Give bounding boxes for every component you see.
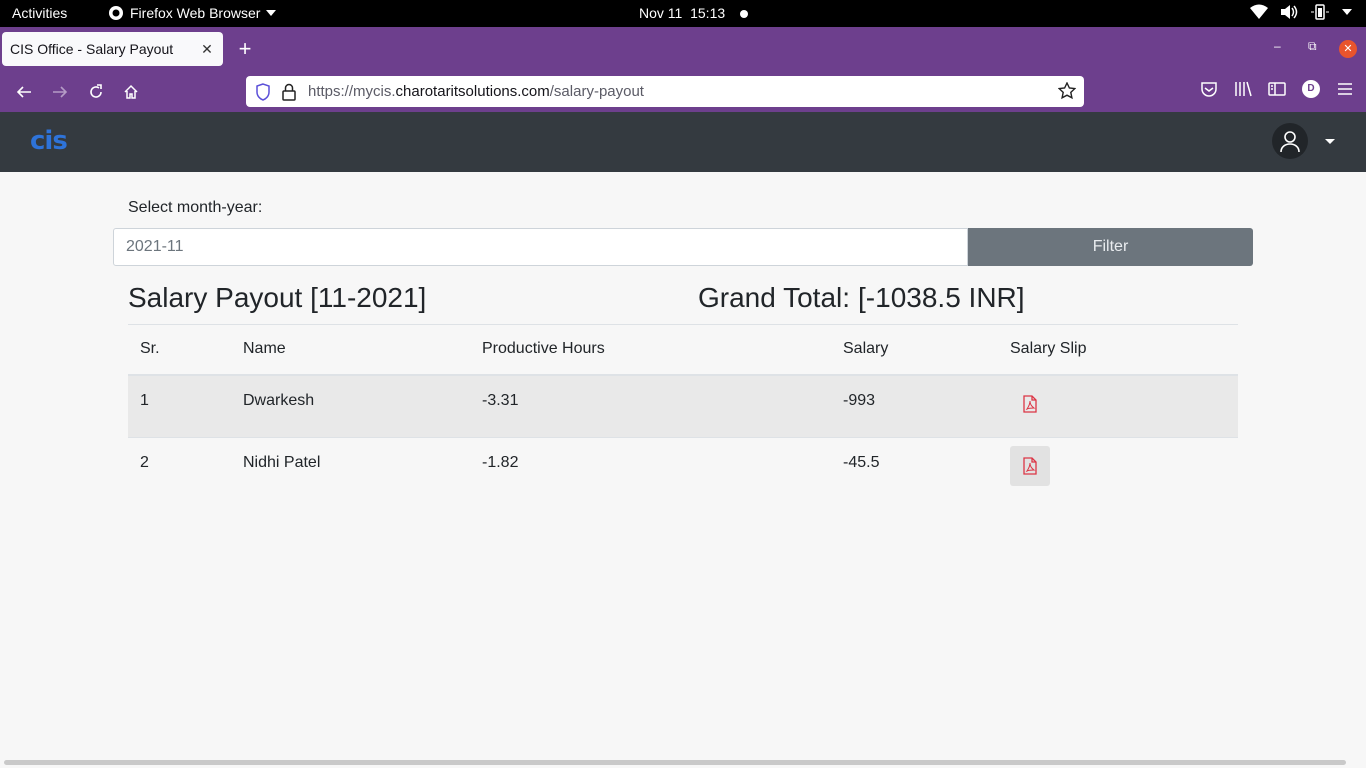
library-icon[interactable] (1234, 80, 1252, 98)
cell-name: Nidhi Patel (231, 437, 470, 501)
hamburger-menu-icon[interactable] (1336, 80, 1354, 98)
table-row: 1 Dwarkesh -3.31 -993 (128, 374, 1238, 438)
user-menu-chevron-icon[interactable] (1325, 139, 1335, 144)
cell-sr: 1 (128, 374, 231, 438)
sidebar-icon[interactable] (1268, 80, 1286, 98)
address-bar[interactable]: https://mycis.charotaritsolutions.com/sa… (246, 76, 1084, 107)
user-icon (1280, 131, 1300, 153)
header-salary-slip: Salary Slip (998, 324, 1238, 376)
pdf-file-icon (1023, 457, 1037, 475)
clock[interactable]: Nov 11 15:13 (639, 5, 725, 21)
user-avatar[interactable] (1272, 123, 1308, 159)
tracking-shield-icon[interactable] (255, 83, 271, 101)
toolbar-right: D (1200, 80, 1354, 98)
bookmark-star-icon[interactable] (1058, 82, 1076, 100)
month-year-input[interactable] (113, 228, 968, 266)
app-menu[interactable]: Firefox Web Browser (108, 5, 277, 21)
firefox-icon (109, 6, 123, 20)
tab-strip: CIS Office - Salary Payout ✕ + – ⧉ ✕ (0, 27, 1366, 71)
cell-sr: 2 (128, 437, 231, 501)
cell-salary: -45.5 (831, 437, 998, 501)
forward-button[interactable] (48, 80, 72, 104)
home-button[interactable] (119, 80, 143, 104)
minimize-icon[interactable]: – (1274, 39, 1281, 53)
reload-button[interactable] (84, 80, 108, 104)
salary-table: Sr. Name Productive Hours Salary Salary … (128, 324, 1238, 501)
notification-dot-icon (740, 10, 748, 18)
table-header-row: Sr. Name Productive Hours Salary Salary … (128, 324, 1238, 376)
cis-logo[interactable]: cis (30, 126, 68, 156)
arrow-right-icon (53, 86, 68, 98)
horizontal-scrollbar[interactable] (4, 760, 1346, 765)
pocket-icon[interactable] (1200, 80, 1218, 98)
app-header: cis (0, 112, 1366, 172)
pdf-file-icon (1023, 394, 1037, 413)
grand-total-label: Grand Total: (698, 282, 851, 313)
account-avatar-icon[interactable]: D (1302, 80, 1320, 98)
volume-icon (1281, 5, 1298, 19)
download-salary-slip-button[interactable] (1010, 384, 1050, 424)
page-title: Salary Payout [11-2021] (128, 282, 427, 313)
battery-icon (1311, 4, 1329, 20)
cell-hours: -1.82 (470, 437, 831, 501)
grand-total: Grand Total: [-1038.5 INR] (698, 282, 1025, 314)
wifi-icon (1250, 4, 1268, 19)
tab-salary-payout[interactable]: CIS Office - Salary Payout ✕ (2, 32, 223, 66)
close-tab-icon[interactable]: ✕ (199, 41, 215, 58)
close-window-icon[interactable]: ✕ (1339, 40, 1357, 58)
cell-name: Dwarkesh (231, 374, 470, 438)
lock-icon[interactable] (282, 83, 296, 101)
header-salary: Salary (831, 324, 998, 376)
arrow-left-icon (16, 86, 31, 98)
back-button[interactable] (12, 80, 36, 104)
navigation-toolbar: https://mycis.charotaritsolutions.com/sa… (0, 71, 1366, 112)
table-row: 2 Nidhi Patel -1.82 -45.5 (128, 437, 1238, 501)
header-sr: Sr. (128, 324, 231, 376)
month-year-label: Select month-year: (128, 199, 263, 216)
new-tab-button[interactable]: + (235, 36, 255, 62)
grand-total-value: [-1038.5 INR] (858, 282, 1025, 313)
url-text: https://mycis.charotaritsolutions.com/sa… (308, 83, 644, 100)
header-name: Name (231, 324, 470, 376)
app-menu-label: Firefox Web Browser (130, 5, 261, 21)
download-salary-slip-button[interactable] (1010, 446, 1050, 486)
cell-salary-slip (998, 374, 1238, 438)
restore-icon[interactable]: ⧉ (1308, 39, 1317, 54)
cell-salary: -993 (831, 374, 998, 438)
reload-icon (90, 84, 102, 98)
home-icon (124, 84, 138, 99)
cell-hours: -3.31 (470, 374, 831, 438)
system-menu-chevron-icon (1342, 9, 1352, 15)
cell-salary-slip (998, 437, 1238, 501)
system-top-bar: Activities Firefox Web Browser Nov 11 15… (0, 0, 1366, 27)
activities-button[interactable]: Activities (12, 5, 67, 21)
tab-title: CIS Office - Salary Payout (10, 41, 174, 57)
header-productive-hours: Productive Hours (470, 324, 831, 376)
system-tray[interactable] (1250, 4, 1352, 20)
salary-table-container: Sr. Name Productive Hours Salary Salary … (128, 324, 1238, 501)
chevron-down-icon (266, 10, 277, 16)
filter-button[interactable]: Filter (968, 228, 1253, 266)
